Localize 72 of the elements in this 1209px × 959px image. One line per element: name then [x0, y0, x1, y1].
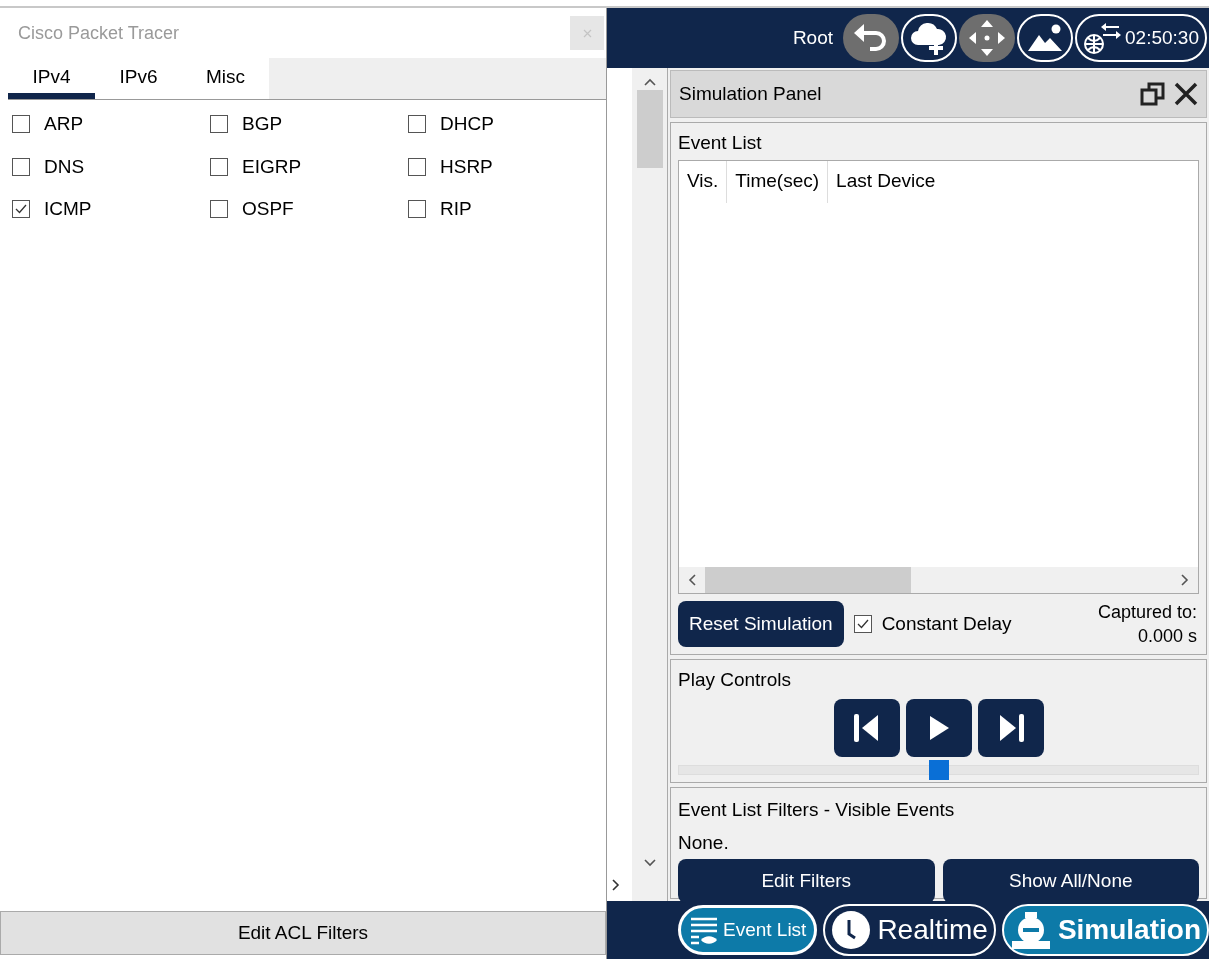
checkbox[interactable] — [210, 115, 228, 134]
scroll-down-icon[interactable] — [643, 859, 656, 867]
horizontal-scrollbar[interactable] — [679, 567, 1198, 593]
checkbox[interactable] — [853, 615, 872, 633]
checkbox[interactable] — [12, 115, 30, 134]
play-icon — [927, 714, 950, 741]
clock-button[interactable]: 02:50:30 — [1075, 14, 1207, 62]
dialog-title: Cisco Packet Tracer — [18, 21, 180, 45]
checkbox[interactable] — [12, 200, 30, 219]
clock-icon — [831, 910, 872, 950]
section-title: Event List Filters - Visible Events — [678, 798, 956, 822]
speed-slider[interactable] — [678, 758, 1199, 781]
checkbox[interactable] — [408, 200, 426, 219]
scrollbar-thumb[interactable] — [636, 90, 663, 168]
filter-button[interactable]: Edit Filters — [678, 859, 935, 903]
restore-icon[interactable] — [1140, 81, 1166, 107]
back-arrow-icon — [854, 23, 889, 53]
move-button[interactable] — [959, 14, 1016, 62]
cloud-add-button[interactable] — [901, 14, 958, 62]
close-icon — [582, 28, 592, 38]
filters-value: None. — [678, 830, 730, 855]
checkbox-label: OSPF — [242, 197, 294, 221]
column-header[interactable]: Time(sec) — [727, 160, 829, 203]
section-title: Event List — [678, 131, 763, 155]
column-header[interactable]: Last Device — [828, 160, 944, 203]
captured-value: 0.000 s — [1137, 625, 1197, 648]
list-eye-icon — [688, 915, 719, 945]
checkbox-label: DNS — [44, 154, 85, 179]
checkbox[interactable] — [12, 157, 30, 176]
checkbox-label: ICMP — [44, 197, 92, 221]
mode-tab[interactable]: Simulation — [1001, 904, 1209, 956]
checkbox-label: ARP — [44, 112, 84, 136]
step-forward-button[interactable] — [977, 698, 1044, 757]
root-label: Root — [792, 25, 834, 50]
checkbox[interactable] — [210, 157, 228, 176]
scroll-right-icon[interactable] — [1181, 574, 1189, 586]
mountain-icon — [1026, 23, 1065, 53]
checkbox-label: DHCP — [440, 112, 494, 136]
play-button[interactable] — [905, 698, 972, 757]
column-header[interactable]: Vis. — [679, 160, 728, 203]
scroll-left-icon[interactable] — [688, 574, 696, 586]
tab[interactable]: Misc — [182, 58, 269, 99]
panel-title: Simulation Panel — [679, 81, 822, 106]
edit-acl-filters-button[interactable]: Edit ACL Filters — [0, 911, 606, 955]
checkbox-label: RIP — [440, 197, 472, 221]
close-icon[interactable] — [1174, 82, 1198, 106]
step-back-button[interactable] — [833, 698, 900, 757]
stopwatch-icon — [1009, 910, 1052, 950]
checkbox[interactable] — [408, 157, 426, 176]
tab[interactable]: IPv4 — [8, 58, 95, 99]
check-icon — [15, 204, 27, 215]
clock-time: 02:50:30 — [1125, 25, 1199, 50]
reset-simulation-button[interactable]: Reset Simulation — [678, 601, 844, 647]
tab[interactable]: IPv6 — [95, 58, 182, 99]
filter-button[interactable]: Show All/None — [942, 859, 1199, 903]
cloud-plus-icon — [910, 21, 949, 55]
slider-thumb[interactable] — [928, 759, 949, 780]
mode-tab[interactable]: Realtime — [823, 904, 996, 956]
section-title: Play Controls — [678, 668, 792, 692]
scrollbar-thumb[interactable] — [705, 567, 911, 593]
checkbox[interactable] — [408, 115, 426, 134]
checkbox[interactable] — [210, 200, 228, 219]
constant-delay-label: Constant Delay — [881, 611, 1012, 636]
captured-label: Captured to: — [1097, 601, 1197, 624]
checkbox-label: HSRP — [440, 154, 493, 179]
check-icon — [856, 619, 869, 629]
back-button[interactable] — [843, 14, 900, 62]
checkbox-label: EIGRP — [242, 154, 302, 179]
scroll-up-icon[interactable] — [643, 78, 656, 86]
event-list-toggle[interactable]: Event List — [677, 905, 818, 955]
checkbox-label: BGP — [242, 112, 283, 136]
globe-arrows-icon — [1083, 21, 1122, 55]
